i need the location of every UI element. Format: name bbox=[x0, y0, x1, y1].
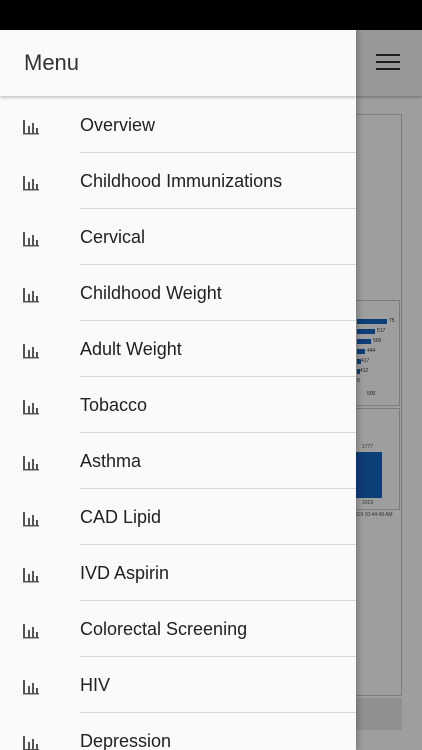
menu-item-label: Adult Weight bbox=[80, 321, 356, 377]
menu-item-label: Depression bbox=[80, 731, 172, 750]
navigation-drawer: Menu Overview Childhood Immunizations Cerv… bbox=[0, 30, 356, 750]
drawer-title: Menu bbox=[24, 50, 80, 75]
menu-item-childhood-weight[interactable]: Childhood Weight bbox=[0, 265, 356, 321]
menu-item-tobacco[interactable]: Tobacco bbox=[0, 377, 356, 433]
menu-item-label: Overview bbox=[80, 97, 356, 153]
menu-item-label: Childhood Immunizations bbox=[80, 153, 356, 209]
bar-chart-icon bbox=[22, 565, 40, 583]
menu-item-ivd-aspirin[interactable]: IVD Aspirin bbox=[0, 545, 356, 601]
menu-item-colorectal-screening[interactable]: Colorectal Screening bbox=[0, 601, 356, 657]
menu-item-label: IVD Aspirin bbox=[80, 545, 356, 601]
menu-list: Overview Childhood Immunizations Cervical C… bbox=[0, 97, 356, 750]
menu-item-label: Colorectal Screening bbox=[80, 601, 356, 657]
bar-chart-icon bbox=[22, 285, 40, 303]
bar-chart-icon bbox=[22, 173, 40, 191]
menu-item-label: Tobacco bbox=[80, 377, 356, 433]
menu-item-label: HIV bbox=[80, 657, 356, 713]
menu-item-label: Childhood Weight bbox=[80, 265, 356, 321]
bar-chart-icon bbox=[22, 117, 40, 135]
menu-item-depression[interactable]: Depression bbox=[0, 713, 356, 750]
bar-chart-icon bbox=[22, 229, 40, 247]
menu-item-asthma[interactable]: Asthma bbox=[0, 433, 356, 489]
menu-item-cervical[interactable]: Cervical bbox=[0, 209, 356, 265]
menu-item-childhood-immunizations[interactable]: Childhood Immunizations bbox=[0, 153, 356, 209]
menu-item-hiv[interactable]: HIV bbox=[0, 657, 356, 713]
menu-item-cad-lipid[interactable]: CAD Lipid bbox=[0, 489, 356, 545]
bar-chart-icon bbox=[22, 341, 40, 359]
bar-chart-icon bbox=[22, 453, 40, 471]
bar-chart-icon bbox=[22, 677, 40, 695]
bar-chart-icon bbox=[22, 397, 40, 415]
menu-item-overview[interactable]: Overview bbox=[0, 97, 356, 153]
menu-item-label: Asthma bbox=[80, 433, 356, 489]
drawer-header: Menu bbox=[0, 30, 356, 96]
menu-item-adult-weight[interactable]: Adult Weight bbox=[0, 321, 356, 377]
menu-item-label: Cervical bbox=[80, 209, 356, 265]
bar-chart-icon bbox=[22, 733, 40, 750]
bar-chart-icon bbox=[22, 509, 40, 527]
bar-chart-icon bbox=[22, 621, 40, 639]
menu-item-label: CAD Lipid bbox=[80, 489, 356, 545]
status-bar bbox=[0, 0, 422, 30]
